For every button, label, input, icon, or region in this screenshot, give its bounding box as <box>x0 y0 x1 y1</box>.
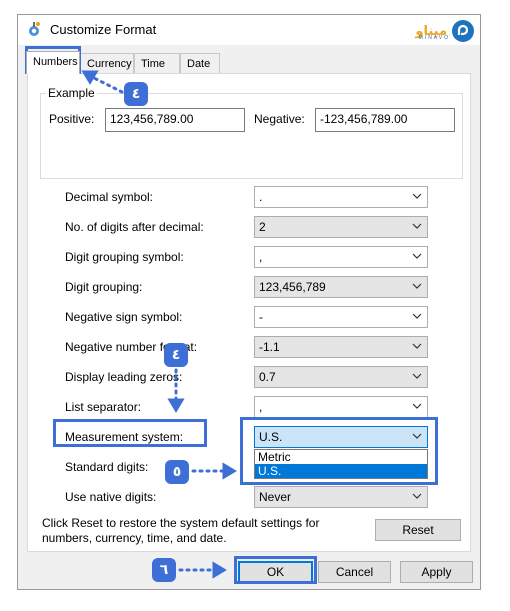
dropdown-option-metric[interactable]: Metric <box>255 450 427 464</box>
arrow-to-dropdown <box>191 462 237 480</box>
arrow-to-measurement-label <box>167 368 185 413</box>
arrow-to-ok-button <box>178 561 227 579</box>
dropdown-option-us[interactable]: U.S. <box>255 464 427 478</box>
measurement-system-dropdown: Metric U.S. <box>254 449 428 479</box>
arrow-to-numbers-tab <box>81 70 124 94</box>
tab-numbers[interactable]: Numbers <box>26 51 80 74</box>
annotation-arrows <box>81 70 237 579</box>
